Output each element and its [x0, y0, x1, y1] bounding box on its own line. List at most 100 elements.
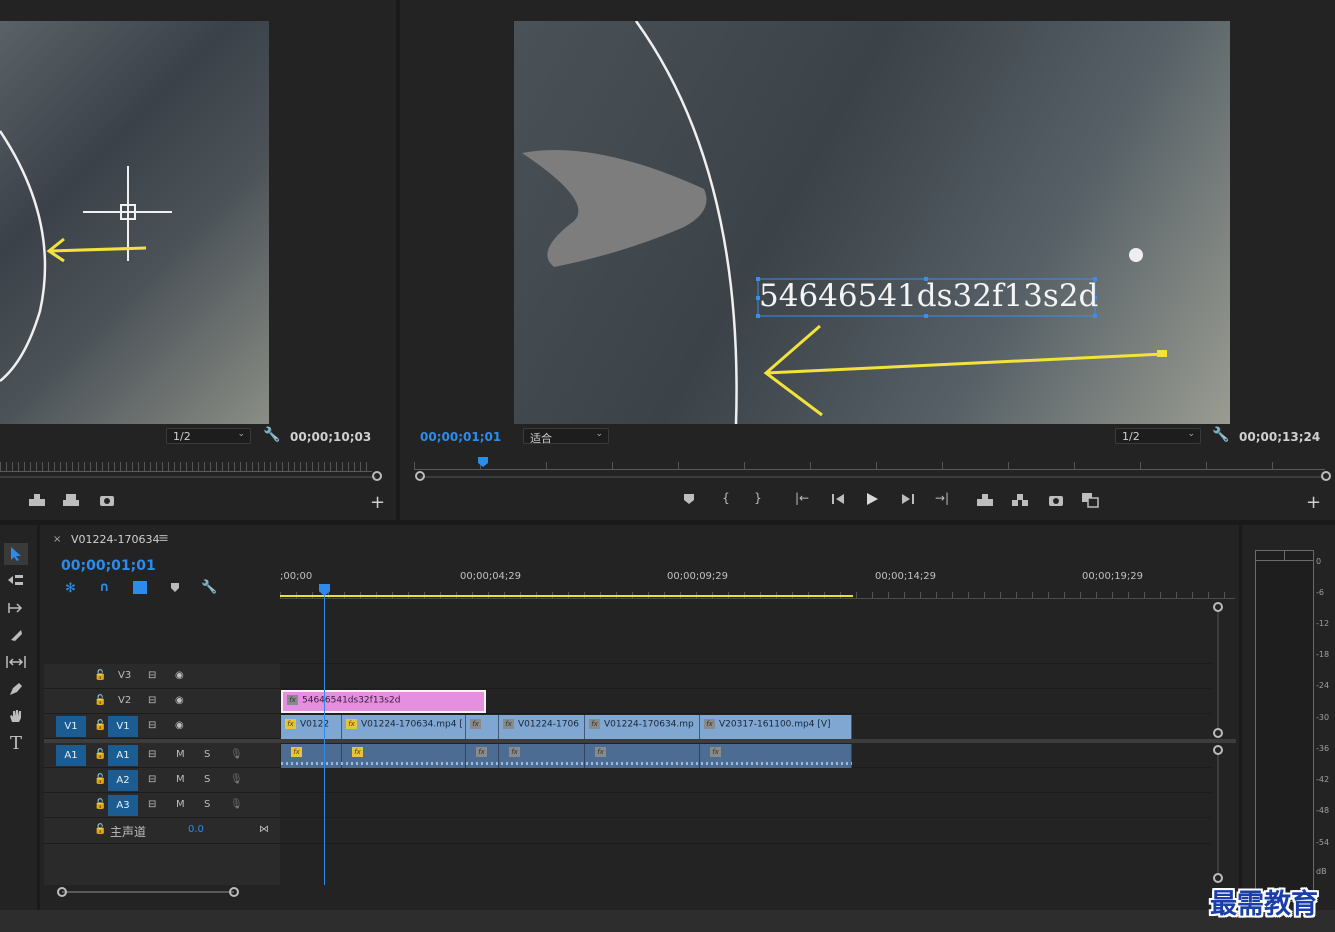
sync-lock-icon[interactable]: ⊟ [148, 695, 156, 706]
lock-icon[interactable]: 🔓 [94, 670, 106, 681]
video-clip[interactable]: fx V20317-161100.mp4 [V] [700, 715, 852, 739]
timeline-scroll-handle-left[interactable] [57, 887, 67, 897]
lock-icon[interactable]: 🔓 [94, 695, 106, 706]
source-resolution-select[interactable]: 1/2 ⌄ [166, 428, 251, 444]
wrench-icon[interactable]: 🔧 [263, 427, 280, 443]
fit-select[interactable]: 适合 ⌄ [523, 428, 609, 445]
sequence-tab[interactable]: V01224-170634 [71, 533, 159, 546]
lock-icon[interactable]: 🔓 [94, 749, 106, 760]
video-vertical-scrollbar[interactable] [1217, 612, 1219, 728]
source-time-ruler[interactable] [0, 462, 372, 472]
pen-tool-icon[interactable] [4, 678, 28, 700]
video-scroll-handle-top[interactable] [1213, 602, 1223, 612]
program-current-timecode[interactable]: 00;00;01;01 [420, 430, 501, 444]
compare-view-icon[interactable] [1081, 492, 1099, 508]
microphone-icon[interactable]: 🎙 [230, 749, 243, 760]
video-scroll-handle-bottom[interactable] [1213, 728, 1223, 738]
camera-icon[interactable] [1047, 493, 1065, 507]
ripple-edit-tool-icon[interactable] [4, 597, 28, 619]
track-select-tool-icon[interactable] [4, 569, 28, 591]
track-row-v3[interactable] [280, 664, 1212, 689]
sync-lock-icon[interactable]: ⊟ [148, 670, 156, 681]
program-zoom-handle-left[interactable] [415, 471, 425, 481]
timeline-horizontal-scrollbar[interactable] [62, 891, 234, 893]
mute-button[interactable]: M [176, 774, 185, 785]
audio-scroll-handle-top[interactable] [1213, 745, 1223, 755]
track-target-v1[interactable]: V1 [108, 716, 138, 737]
track-label-v3[interactable]: V3 [118, 670, 131, 681]
microphone-icon[interactable]: 🎙 [230, 799, 243, 810]
lock-icon[interactable]: 🔓 [94, 799, 106, 810]
source-zoom-scrollbar[interactable] [0, 476, 376, 478]
lift-icon[interactable] [976, 493, 994, 507]
track-target-a1[interactable]: A1 [108, 745, 138, 766]
video-clip[interactable]: fx V01224-170634.mp4 [ [342, 715, 466, 739]
go-to-end-icon[interactable]: ⋈ [259, 824, 269, 835]
mark-out-icon[interactable]: } [749, 491, 767, 505]
mute-button[interactable]: M [176, 799, 185, 810]
lock-icon[interactable]: 🔓 [94, 774, 106, 785]
track-row-master[interactable] [280, 818, 1212, 844]
play-icon[interactable] [863, 492, 881, 506]
solo-button[interactable]: S [204, 749, 210, 760]
go-to-in-icon[interactable]: |← [793, 491, 811, 505]
slip-tool-icon[interactable] [4, 651, 28, 673]
track-row-a2[interactable] [280, 768, 1212, 793]
track-row-a3[interactable] [280, 793, 1212, 818]
overwrite-icon[interactable] [62, 493, 80, 507]
track-target-a2[interactable]: A2 [108, 770, 138, 791]
program-time-ruler[interactable] [414, 462, 1325, 470]
source-zoom-handle[interactable] [372, 471, 382, 481]
extract-icon[interactable] [1011, 493, 1029, 507]
snap-magnet-icon[interactable]: ∩ [99, 580, 110, 595]
program-add-button-icon[interactable]: + [1306, 492, 1321, 513]
razor-tool-icon[interactable] [4, 624, 28, 646]
panel-menu-icon[interactable]: ≡ [158, 531, 169, 546]
sync-lock-icon[interactable]: ⊟ [148, 749, 156, 760]
audio-meter-frame[interactable] [1255, 550, 1314, 902]
track-label-v2[interactable]: V2 [118, 695, 131, 706]
lock-icon[interactable]: 🔓 [94, 824, 106, 835]
step-back-icon[interactable] [829, 493, 847, 505]
source-patch-a1[interactable]: A1 [56, 745, 86, 766]
master-volume-value[interactable]: 0.0 [188, 824, 204, 835]
linked-selection-icon[interactable] [133, 581, 147, 594]
go-to-out-icon[interactable]: →| [933, 491, 951, 505]
sync-lock-icon[interactable]: ⊟ [148, 720, 156, 731]
snap-nest-icon[interactable]: ✻ [65, 581, 76, 596]
timeline-scroll-handle-right[interactable] [229, 887, 239, 897]
eye-icon[interactable]: ◉ [175, 720, 184, 731]
marker-icon[interactable] [680, 493, 698, 505]
program-monitor-frame[interactable]: 54646541ds32f13s2d [514, 20, 1230, 425]
mute-button[interactable]: M [176, 749, 185, 760]
timeline-timecode[interactable]: 00;00;01;01 [61, 558, 156, 574]
lock-icon[interactable]: 🔓 [94, 720, 106, 731]
video-clip[interactable]: fx [466, 715, 499, 739]
mark-in-icon[interactable]: { [717, 491, 735, 505]
title-text-overlay[interactable]: 54646541ds32f13s2d [759, 278, 1098, 314]
program-zoom-scrollbar[interactable] [420, 476, 1324, 478]
source-patch-v1[interactable]: V1 [56, 716, 86, 737]
sync-lock-icon[interactable]: ⊟ [148, 799, 156, 810]
close-tab-icon[interactable]: × [53, 534, 61, 545]
source-add-button-icon[interactable]: + [370, 492, 385, 513]
title-clip[interactable]: fx 54646541ds32f13s2d [281, 690, 486, 713]
wrench-icon[interactable]: 🔧 [1212, 427, 1229, 443]
video-clip[interactable]: fx V0122 [281, 715, 342, 739]
hand-tool-icon[interactable] [4, 705, 28, 727]
timeline-settings-wrench-icon[interactable]: 🔧 [201, 580, 217, 595]
work-area-bar[interactable] [280, 595, 853, 597]
eye-icon[interactable]: ◉ [175, 695, 184, 706]
audio-vertical-scrollbar[interactable] [1217, 755, 1219, 873]
microphone-icon[interactable]: 🎙 [230, 774, 243, 785]
type-tool-icon[interactable]: T [4, 732, 28, 754]
program-zoom-handle-right[interactable] [1321, 471, 1331, 481]
eye-icon[interactable]: ◉ [175, 670, 184, 681]
add-marker-icon[interactable] [170, 582, 180, 596]
insert-icon[interactable] [28, 493, 46, 507]
video-clip[interactable]: fx V01224-1706 [499, 715, 585, 739]
camera-icon[interactable] [98, 493, 116, 507]
program-resolution-select[interactable]: 1/2 ⌄ [1115, 428, 1201, 444]
track-target-a3[interactable]: A3 [108, 795, 138, 816]
step-forward-icon[interactable] [899, 493, 917, 505]
